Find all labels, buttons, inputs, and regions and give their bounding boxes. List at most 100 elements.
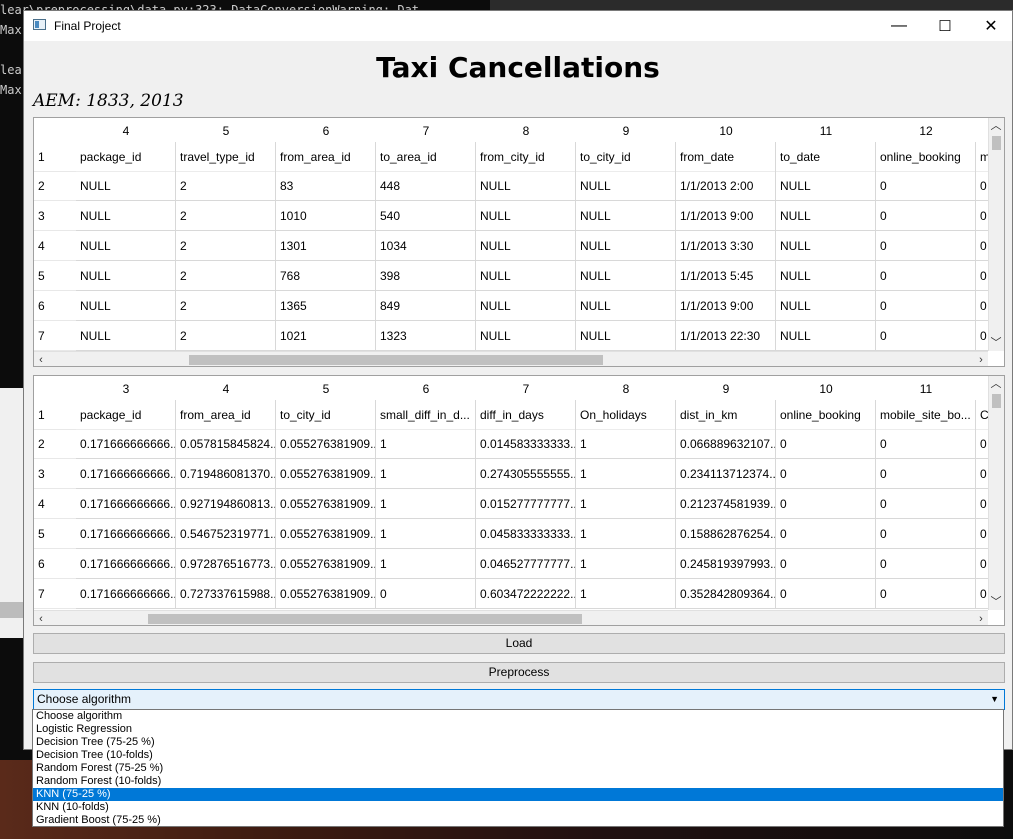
table-cell[interactable]: 1 <box>576 519 676 549</box>
table-cell[interactable]: 0.171666666666... <box>76 459 176 489</box>
algorithm-option[interactable]: Decision Tree (75-25 %) <box>33 736 1003 749</box>
close-button[interactable]: ✕ <box>968 11 1013 41</box>
column-header[interactable]: 11 <box>776 118 876 144</box>
table-cell[interactable]: NULL <box>576 261 676 291</box>
table-cell[interactable]: NULL <box>76 231 176 261</box>
table-column-name[interactable]: from_city_id <box>476 142 576 172</box>
preprocess-button[interactable]: Preprocess <box>33 662 1005 683</box>
algorithm-option[interactable]: KNN (10-folds) <box>33 801 1003 814</box>
table-cell[interactable]: NULL <box>776 321 876 351</box>
table-cell[interactable]: 0 <box>876 261 976 291</box>
table-column-name[interactable]: On_holidays <box>576 400 676 430</box>
table-cell[interactable]: 0.212374581939... <box>676 489 776 519</box>
table-cell[interactable]: 0 <box>876 201 976 231</box>
table-cell[interactable]: 0 <box>976 429 988 459</box>
table-cell[interactable]: 0 <box>776 489 876 519</box>
table-cell[interactable]: NULL <box>776 171 876 201</box>
table-cell[interactable]: 1034 <box>376 231 476 261</box>
table-column-name[interactable]: diff_in_days <box>476 400 576 430</box>
algorithm-option[interactable]: Random Forest (75-25 %) <box>33 762 1003 775</box>
column-header[interactable]: 5 <box>276 376 376 402</box>
table-cell[interactable]: 398 <box>376 261 476 291</box>
table-cell[interactable]: 1 <box>376 429 476 459</box>
table-cell[interactable]: NULL <box>76 321 176 351</box>
vertical-scrollbar[interactable]: ︿ ﹀ <box>988 376 1004 610</box>
table-cell[interactable]: 1 <box>576 489 676 519</box>
table-cell[interactable]: 0 <box>776 579 876 609</box>
table-cell[interactable]: 0 <box>976 519 988 549</box>
column-header[interactable]: 7 <box>376 118 476 144</box>
table-cell[interactable]: 0.055276381909... <box>276 579 376 609</box>
table-cell[interactable]: 0.234113712374... <box>676 459 776 489</box>
vertical-scrollbar[interactable]: ︿ ﹀ <box>988 118 1004 351</box>
row-header[interactable]: 4 <box>34 231 76 261</box>
table-cell[interactable]: NULL <box>776 291 876 321</box>
column-header[interactable]: 4 <box>176 376 276 402</box>
table-cell[interactable]: 1/1/2013 22:30 <box>676 321 776 351</box>
algorithm-option[interactable]: Logistic Regression <box>33 723 1003 736</box>
table-cell[interactable]: 0.055276381909... <box>276 549 376 579</box>
table-column-name[interactable]: online_booking <box>776 400 876 430</box>
column-header[interactable]: 8 <box>476 118 576 144</box>
table-cell[interactable]: NULL <box>76 171 176 201</box>
table-cell[interactable]: NULL <box>576 231 676 261</box>
table-cell[interactable]: 2 <box>176 201 276 231</box>
table-cell[interactable]: 0 <box>976 171 988 201</box>
scroll-down-icon[interactable]: ﹀ <box>989 594 1003 610</box>
table-cell[interactable]: 0 <box>976 231 988 261</box>
column-header[interactable]: 4 <box>76 118 176 144</box>
table-cell[interactable]: 0 <box>376 579 476 609</box>
table-cell[interactable]: 0.719486081370... <box>176 459 276 489</box>
table-cell[interactable]: 0.055276381909... <box>276 519 376 549</box>
table-column-name[interactable]: online_booking <box>876 142 976 172</box>
table-cell[interactable]: 1 <box>576 459 676 489</box>
table-cell[interactable]: 540 <box>376 201 476 231</box>
column-header[interactable]: 9 <box>576 118 676 144</box>
table-cell[interactable]: 0 <box>976 459 988 489</box>
table-cell[interactable]: 0.171666666666... <box>76 519 176 549</box>
table-cell[interactable]: 2 <box>176 171 276 201</box>
table-column-name[interactable]: from_area_id <box>176 400 276 430</box>
row-header[interactable]: 4 <box>34 489 76 519</box>
column-header[interactable]: 9 <box>676 376 776 402</box>
table-cell[interactable]: 0.171666666666... <box>76 489 176 519</box>
table-cell[interactable]: 0.046527777777... <box>476 549 576 579</box>
table-cell[interactable]: 0.352842809364... <box>676 579 776 609</box>
table-cell[interactable]: 0 <box>876 321 976 351</box>
table-cell[interactable]: NULL <box>476 231 576 261</box>
table-column-name[interactable]: to_city_id <box>576 142 676 172</box>
row-header[interactable]: 1 <box>34 142 76 172</box>
scroll-down-icon[interactable]: ﹀ <box>989 335 1003 351</box>
row-header[interactable]: 6 <box>34 549 76 579</box>
table-cell[interactable]: 0 <box>876 291 976 321</box>
row-header[interactable]: 2 <box>34 429 76 459</box>
scroll-left-icon[interactable]: ‹ <box>34 611 48 625</box>
table-column-name[interactable]: travel_type_id <box>176 142 276 172</box>
row-header[interactable]: 1 <box>34 400 76 430</box>
table-column-name[interactable]: dist_in_km <box>676 400 776 430</box>
table-cell[interactable]: 0.171666666666... <box>76 579 176 609</box>
horizontal-scrollbar[interactable]: ‹ › <box>34 610 988 625</box>
scroll-right-icon[interactable]: › <box>974 611 988 625</box>
table-cell[interactable]: 1 <box>576 429 676 459</box>
table-cell[interactable]: 0.057815845824... <box>176 429 276 459</box>
table-cell[interactable]: 0 <box>976 489 988 519</box>
table-cell[interactable]: NULL <box>76 201 176 231</box>
minimize-button[interactable]: — <box>876 11 922 41</box>
table-cell[interactable]: NULL <box>476 201 576 231</box>
table-cell[interactable]: 2 <box>176 231 276 261</box>
row-header[interactable]: 3 <box>34 459 76 489</box>
table-cell[interactable]: 0.055276381909... <box>276 489 376 519</box>
table-column-name[interactable]: from_area_id <box>276 142 376 172</box>
table-cell[interactable]: 0.546752319771... <box>176 519 276 549</box>
table-cell[interactable]: 1323 <box>376 321 476 351</box>
table-cell[interactable]: 1 <box>576 549 676 579</box>
table-cell[interactable]: 0.603472222222... <box>476 579 576 609</box>
table-cell[interactable]: 0 <box>776 549 876 579</box>
table-cell[interactable]: NULL <box>476 291 576 321</box>
scroll-up-icon[interactable]: ︿ <box>989 376 1003 392</box>
algorithm-option[interactable]: Random Forest (10-folds) <box>33 775 1003 788</box>
table-cell[interactable]: 0 <box>976 579 988 609</box>
algorithm-option[interactable]: Choose algorithm <box>33 710 1003 723</box>
table-cell[interactable]: 0.972876516773... <box>176 549 276 579</box>
